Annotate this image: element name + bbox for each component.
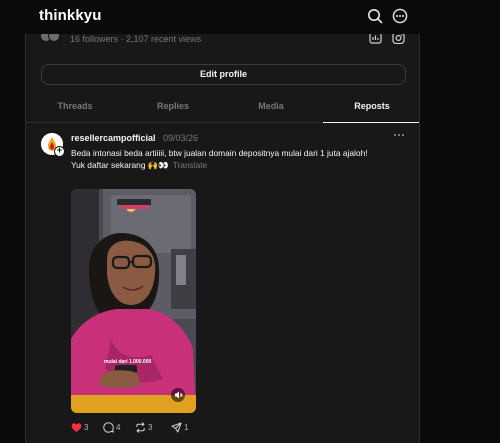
post-date: 09/03/26: [163, 133, 199, 143]
like-button[interactable]: 3: [71, 421, 95, 435]
edit-profile-button[interactable]: Edit profile: [41, 64, 406, 85]
tab-threads[interactable]: Threads: [26, 96, 124, 123]
app-title: thinkkyu: [39, 7, 102, 24]
comment-icon: [103, 422, 114, 433]
follow-plus-icon[interactable]: +: [54, 146, 65, 157]
send-icon: [171, 422, 182, 433]
more-circle-icon[interactable]: [392, 8, 408, 24]
profile-panel: 16 followers · 2,107 recent views Edit p…: [25, 34, 420, 443]
repost-item: + resellercampofficial 09/03/26 Beda int…: [26, 123, 419, 443]
profile-tabs: Threads Replies Media Reposts: [26, 96, 419, 123]
video-caption: mulai dari 1.000.000: [104, 359, 152, 365]
repost-icon: [136, 422, 145, 433]
tab-reposts[interactable]: Reposts: [323, 96, 419, 123]
profile-stats[interactable]: 16 followers · 2,107 recent views: [70, 34, 201, 44]
more-horizontal-icon[interactable]: [392, 131, 406, 139]
share-button[interactable]: 1: [171, 421, 195, 435]
comment-button[interactable]: 4: [103, 421, 127, 435]
comment-count: 4: [116, 423, 121, 432]
like-count: 3: [84, 423, 89, 432]
heart-icon: [71, 423, 82, 432]
translate-link[interactable]: Translate: [173, 160, 208, 170]
follower-avatars[interactable]: [40, 34, 64, 42]
post-text: Beda intonasi beda artiiiii, btw jualan …: [71, 147, 371, 171]
mute-icon[interactable]: [171, 388, 185, 402]
search-icon[interactable]: [367, 8, 383, 24]
post-text-line: Yuk daftar sekarang 🙌👀 Translate: [71, 159, 371, 171]
post-text-cta: Yuk daftar sekarang 🙌👀: [71, 160, 169, 170]
top-bar: thinkkyu: [0, 0, 500, 34]
post-video[interactable]: mulai dari 1.000.000: [71, 189, 196, 413]
share-count: 1: [184, 423, 189, 432]
tab-replies[interactable]: Replies: [124, 96, 222, 123]
repost-button[interactable]: 3: [135, 421, 159, 435]
tab-media[interactable]: Media: [222, 96, 320, 123]
post-username[interactable]: resellercampofficial: [71, 133, 156, 143]
post-text-line: Beda intonasi beda artiiiii, btw jualan …: [71, 148, 368, 158]
instagram-icon[interactable]: [392, 34, 405, 44]
repost-count: 3: [148, 423, 153, 432]
insights-icon[interactable]: [369, 34, 382, 44]
